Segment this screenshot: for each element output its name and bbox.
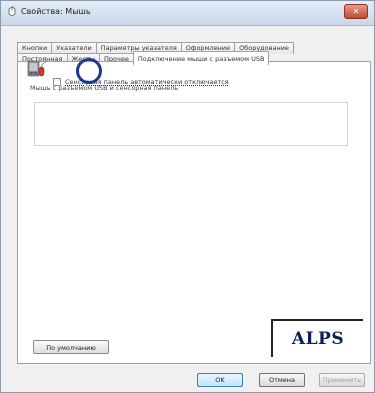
ok-button[interactable]: OK: [197, 373, 243, 387]
usb-group-box: [34, 102, 348, 146]
mouse-icon: [8, 6, 16, 16]
tab-usb-mouse[interactable]: Подключение мыши с разъемом USB: [132, 51, 270, 65]
touchpad-mouse-icon: [27, 60, 47, 77]
cancel-button[interactable]: Отмена: [259, 373, 305, 387]
window-title: Свойства: Мышь: [21, 7, 91, 16]
mouse-properties-window: Свойства: Мышь ✕ Кнопки Указатели Параме…: [0, 0, 375, 393]
close-button[interactable]: ✕: [344, 4, 368, 19]
touchpad-disable-checkbox[interactable]: [53, 78, 61, 86]
alps-logo: ALPS: [271, 319, 363, 357]
apply-button[interactable]: Применить: [319, 373, 365, 387]
defaults-button[interactable]: По умолчанию: [33, 340, 109, 354]
annotation-circle: [76, 58, 102, 84]
alps-logo-text: ALPS: [291, 329, 345, 349]
title-bar[interactable]: Свойства: Мышь ✕: [1, 1, 374, 26]
